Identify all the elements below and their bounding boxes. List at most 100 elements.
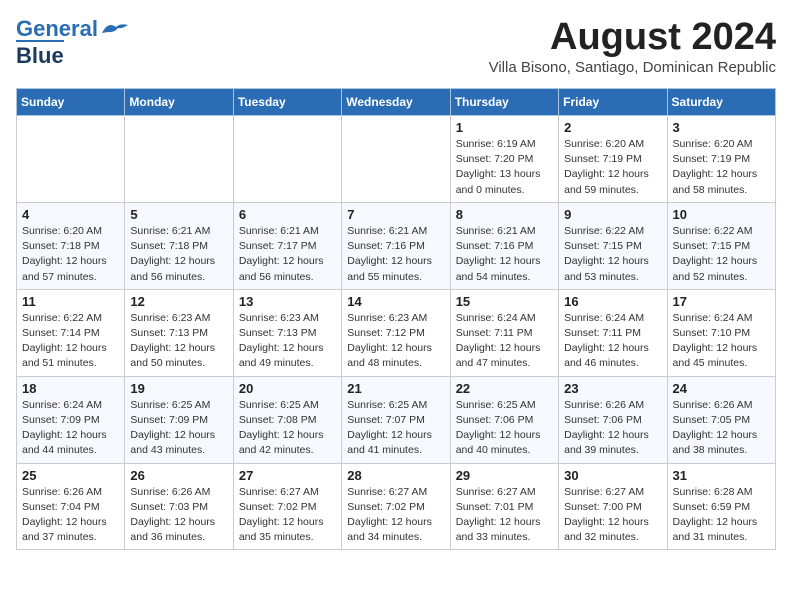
day-number: 6 — [239, 207, 336, 222]
cell-content: Sunrise: 6:27 AM Sunset: 7:02 PM Dayligh… — [347, 485, 444, 546]
calendar: SundayMondayTuesdayWednesdayThursdayFrid… — [16, 88, 776, 550]
calendar-cell: 10 Sunrise: 6:22 AM Sunset: 7:15 PM Dayli… — [667, 202, 775, 289]
day-number: 26 — [130, 468, 227, 483]
weekday-header-row: SundayMondayTuesdayWednesdayThursdayFrid… — [17, 89, 776, 116]
calendar-cell: 8 Sunrise: 6:21 AM Sunset: 7:16 PM Daylig… — [450, 202, 558, 289]
cell-content: Sunrise: 6:21 AM Sunset: 7:18 PM Dayligh… — [130, 224, 227, 285]
day-number: 16 — [564, 294, 661, 309]
title-area: August 2024 Villa Bisono, Santiago, Domi… — [489, 16, 776, 76]
cell-content: Sunrise: 6:27 AM Sunset: 7:01 PM Dayligh… — [456, 485, 553, 546]
calendar-cell: 4 Sunrise: 6:20 AM Sunset: 7:18 PM Daylig… — [17, 202, 125, 289]
calendar-cell — [233, 116, 341, 203]
day-number: 10 — [673, 207, 770, 222]
logo: General Blue — [16, 16, 130, 69]
cell-content: Sunrise: 6:24 AM Sunset: 7:11 PM Dayligh… — [456, 311, 553, 372]
weekday-header-cell: Thursday — [450, 89, 558, 116]
day-number: 5 — [130, 207, 227, 222]
weekday-header-cell: Saturday — [667, 89, 775, 116]
calendar-cell: 24 Sunrise: 6:26 AM Sunset: 7:05 PM Dayli… — [667, 376, 775, 463]
cell-content: Sunrise: 6:26 AM Sunset: 7:06 PM Dayligh… — [564, 398, 661, 459]
day-number: 19 — [130, 381, 227, 396]
calendar-cell: 23 Sunrise: 6:26 AM Sunset: 7:06 PM Dayli… — [559, 376, 667, 463]
calendar-week-row: 1 Sunrise: 6:19 AM Sunset: 7:20 PM Daylig… — [17, 116, 776, 203]
calendar-body: 1 Sunrise: 6:19 AM Sunset: 7:20 PM Daylig… — [17, 116, 776, 550]
cell-content: Sunrise: 6:24 AM Sunset: 7:10 PM Dayligh… — [673, 311, 770, 372]
calendar-week-row: 11 Sunrise: 6:22 AM Sunset: 7:14 PM Dayli… — [17, 289, 776, 376]
calendar-week-row: 18Sunrise: 6:24 AM Sunset: 7:09 PM Dayli… — [17, 376, 776, 463]
cell-content: Sunrise: 6:20 AM Sunset: 7:19 PM Dayligh… — [564, 137, 661, 198]
calendar-cell: 30 Sunrise: 6:27 AM Sunset: 7:00 PM Dayli… — [559, 463, 667, 550]
day-number: 30 — [564, 468, 661, 483]
cell-content: Sunrise: 6:26 AM Sunset: 7:03 PM Dayligh… — [130, 485, 227, 546]
calendar-cell — [125, 116, 233, 203]
cell-content: Sunrise: 6:25 AM Sunset: 7:07 PM Dayligh… — [347, 398, 444, 459]
day-number: 7 — [347, 207, 444, 222]
header: General Blue August 2024 Villa Bisono, S… — [16, 16, 776, 76]
calendar-cell: 15 Sunrise: 6:24 AM Sunset: 7:11 PM Dayli… — [450, 289, 558, 376]
cell-content: Sunrise: 6:23 AM Sunset: 7:13 PM Dayligh… — [130, 311, 227, 372]
month-title: August 2024 — [489, 16, 776, 59]
cell-content: Sunrise: 6:26 AM Sunset: 7:05 PM Dayligh… — [673, 398, 770, 459]
cell-content: Sunrise: 6:20 AM Sunset: 7:19 PM Dayligh… — [673, 137, 770, 198]
calendar-cell: 16Sunrise: 6:24 AM Sunset: 7:11 PM Dayli… — [559, 289, 667, 376]
cell-content: Sunrise: 6:25 AM Sunset: 7:08 PM Dayligh… — [239, 398, 336, 459]
weekday-header-cell: Monday — [125, 89, 233, 116]
logo-blue: Blue — [16, 40, 64, 69]
cell-content: Sunrise: 6:28 AM Sunset: 6:59 PM Dayligh… — [673, 485, 770, 546]
weekday-header-cell: Tuesday — [233, 89, 341, 116]
day-number: 24 — [673, 381, 770, 396]
calendar-cell: 14 Sunrise: 6:23 AM Sunset: 7:12 PM Dayli… — [342, 289, 450, 376]
day-number: 1 — [456, 120, 553, 135]
cell-content: Sunrise: 6:22 AM Sunset: 7:14 PM Dayligh… — [22, 311, 119, 372]
day-number: 12 — [130, 294, 227, 309]
calendar-cell: 19Sunrise: 6:25 AM Sunset: 7:09 PM Dayli… — [125, 376, 233, 463]
cell-content: Sunrise: 6:21 AM Sunset: 7:16 PM Dayligh… — [456, 224, 553, 285]
calendar-cell — [17, 116, 125, 203]
calendar-cell: 9Sunrise: 6:22 AM Sunset: 7:15 PM Daylig… — [559, 202, 667, 289]
calendar-cell: 3 Sunrise: 6:20 AM Sunset: 7:19 PM Daylig… — [667, 116, 775, 203]
cell-content: Sunrise: 6:21 AM Sunset: 7:16 PM Dayligh… — [347, 224, 444, 285]
cell-content: Sunrise: 6:23 AM Sunset: 7:12 PM Dayligh… — [347, 311, 444, 372]
cell-content: Sunrise: 6:22 AM Sunset: 7:15 PM Dayligh… — [673, 224, 770, 285]
day-number: 3 — [673, 120, 770, 135]
calendar-cell: 29Sunrise: 6:27 AM Sunset: 7:01 PM Dayli… — [450, 463, 558, 550]
cell-content: Sunrise: 6:20 AM Sunset: 7:18 PM Dayligh… — [22, 224, 119, 285]
calendar-cell: 12 Sunrise: 6:23 AM Sunset: 7:13 PM Dayli… — [125, 289, 233, 376]
day-number: 25 — [22, 468, 119, 483]
calendar-cell: 22 Sunrise: 6:25 AM Sunset: 7:06 PM Dayli… — [450, 376, 558, 463]
location-title: Villa Bisono, Santiago, Dominican Republ… — [489, 59, 776, 76]
day-number: 14 — [347, 294, 444, 309]
calendar-cell: 20Sunrise: 6:25 AM Sunset: 7:08 PM Dayli… — [233, 376, 341, 463]
cell-content: Sunrise: 6:19 AM Sunset: 7:20 PM Dayligh… — [456, 137, 553, 198]
calendar-cell: 11 Sunrise: 6:22 AM Sunset: 7:14 PM Dayli… — [17, 289, 125, 376]
calendar-cell: 2 Sunrise: 6:20 AM Sunset: 7:19 PM Daylig… — [559, 116, 667, 203]
calendar-cell: 7 Sunrise: 6:21 AM Sunset: 7:16 PM Daylig… — [342, 202, 450, 289]
day-number: 28 — [347, 468, 444, 483]
calendar-cell: 21Sunrise: 6:25 AM Sunset: 7:07 PM Dayli… — [342, 376, 450, 463]
weekday-header-cell: Sunday — [17, 89, 125, 116]
calendar-cell: 26 Sunrise: 6:26 AM Sunset: 7:03 PM Dayli… — [125, 463, 233, 550]
day-number: 27 — [239, 468, 336, 483]
day-number: 8 — [456, 207, 553, 222]
calendar-week-row: 4 Sunrise: 6:20 AM Sunset: 7:18 PM Daylig… — [17, 202, 776, 289]
day-number: 11 — [22, 294, 119, 309]
cell-content: Sunrise: 6:21 AM Sunset: 7:17 PM Dayligh… — [239, 224, 336, 285]
day-number: 2 — [564, 120, 661, 135]
calendar-week-row: 25Sunrise: 6:26 AM Sunset: 7:04 PM Dayli… — [17, 463, 776, 550]
day-number: 23 — [564, 381, 661, 396]
calendar-cell: 1 Sunrise: 6:19 AM Sunset: 7:20 PM Daylig… — [450, 116, 558, 203]
calendar-cell: 5 Sunrise: 6:21 AM Sunset: 7:18 PM Daylig… — [125, 202, 233, 289]
calendar-cell: 27Sunrise: 6:27 AM Sunset: 7:02 PM Dayli… — [233, 463, 341, 550]
cell-content: Sunrise: 6:27 AM Sunset: 7:00 PM Dayligh… — [564, 485, 661, 546]
day-number: 15 — [456, 294, 553, 309]
cell-content: Sunrise: 6:25 AM Sunset: 7:06 PM Dayligh… — [456, 398, 553, 459]
weekday-header-cell: Friday — [559, 89, 667, 116]
calendar-cell: 6 Sunrise: 6:21 AM Sunset: 7:17 PM Daylig… — [233, 202, 341, 289]
calendar-cell: 18Sunrise: 6:24 AM Sunset: 7:09 PM Dayli… — [17, 376, 125, 463]
day-number: 4 — [22, 207, 119, 222]
logo-general: General — [16, 16, 98, 42]
calendar-cell: 25Sunrise: 6:26 AM Sunset: 7:04 PM Dayli… — [17, 463, 125, 550]
calendar-cell: 28 Sunrise: 6:27 AM Sunset: 7:02 PM Dayli… — [342, 463, 450, 550]
cell-content: Sunrise: 6:22 AM Sunset: 7:15 PM Dayligh… — [564, 224, 661, 285]
day-number: 22 — [456, 381, 553, 396]
